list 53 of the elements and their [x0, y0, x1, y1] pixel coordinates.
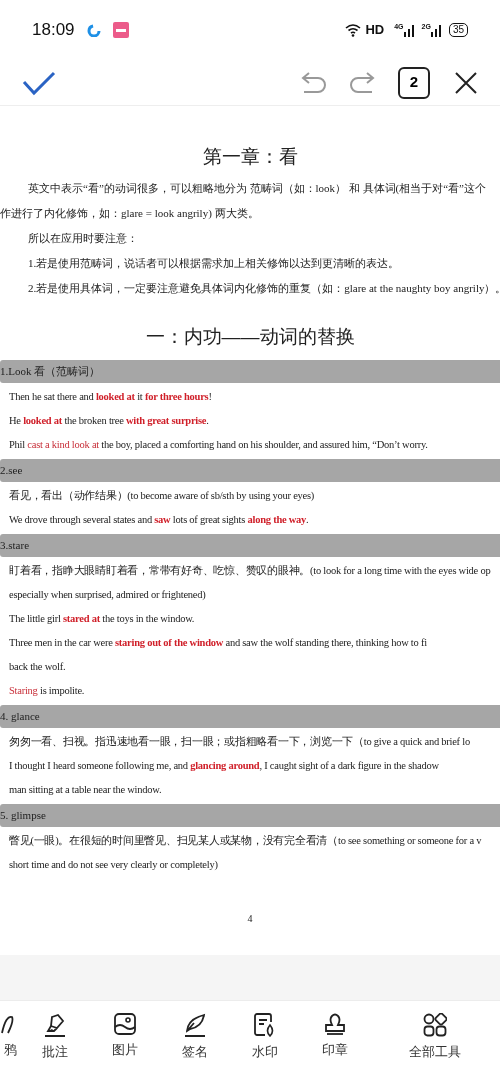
example-line: Staring is impolite. [9, 684, 85, 698]
example-line: back the wolf. [9, 660, 66, 674]
example-line: He looked at the broken tree with great surprise. [9, 414, 209, 428]
example-line: Three men in the car were staring out of the window and saw the wolf standing there, thinking how to fi [9, 636, 427, 650]
example-line: Then he sat there and looked at it for three hours! [9, 390, 212, 404]
example-line: 瞥见(一眼)。在很短的时间里瞥见、扫见某人或某物，没有完全看清（to see something or someone for a v [9, 834, 482, 848]
example-line: Phil cast a kind look at the boy, placed a comforting hand on his shoulder, and assured him, “Don’t worry. [9, 438, 428, 452]
tool-button[interactable]: 印章 [300, 1013, 370, 1059]
section-heading: 一：内功——动词的替换 [144, 325, 356, 349]
signal-icon [403, 23, 414, 37]
highlighter-icon [44, 1013, 66, 1037]
chapter-title: 第一章：看 [201, 145, 299, 169]
example-line: We drove through several states and saw lots of great sights along the way. [9, 513, 309, 527]
tool-button[interactable]: 水印 [230, 1013, 300, 1061]
app-icon [112, 22, 129, 38]
example-line: 匆匆一看、扫视。指迅速地看一眼，扫一眼；或指粗略看一下，浏览一下（to give a quick and brief lo [9, 735, 470, 749]
grid-apps-icon [423, 1013, 447, 1037]
example-line: especially when surprised, admired or frightened) [9, 588, 206, 602]
image-icon [114, 1013, 136, 1035]
wifi-icon [345, 23, 362, 37]
feather-pen-icon [184, 1013, 206, 1037]
signal-icon [430, 23, 441, 37]
page-count-button[interactable]: 2 [398, 66, 430, 99]
battery-indicator: 35 [448, 23, 468, 37]
app-ring-icon [86, 23, 101, 37]
paragraph-line: 1.若是使用范畴词，说话者可以根据需求加上相关修饰以达到更清晰的表达。 [27, 256, 400, 271]
example-line: I thought I heard someone following me, and glancing around, I caught sight of a dark figure in the shadow [9, 759, 439, 773]
close-icon[interactable] [454, 70, 478, 95]
page-number: 4 [246, 912, 254, 926]
paragraph-line: 英文中表示“看”的动词很多，可以粗略地分为 范畴词（如：look） 和 具体词(相当于对“看”这个 [27, 181, 486, 196]
subsection-bar: 5. glimpse [0, 804, 500, 827]
subsection-bar: 1.Look 看（范畴词） [0, 360, 500, 383]
tool-button[interactable]: 图片 [90, 1013, 160, 1059]
example-line: short time and do not see very clearly or completely) [9, 858, 218, 872]
tool-button[interactable]: 签名 [160, 1013, 230, 1061]
paragraph-line: 作进行了内化修饰，如：glare = look angrily) 两大类。 [0, 206, 259, 221]
tool-button[interactable]: 批注 [20, 1013, 90, 1061]
tool-button[interactable]: 全部工具 [370, 1013, 500, 1061]
paragraph-line: 所以在应用时要注意： [27, 231, 138, 246]
stamp-icon [324, 1013, 346, 1035]
watermark-icon [254, 1013, 276, 1037]
example-line: man sitting at a table near the window. [9, 783, 162, 797]
hd-indicator: HD [365, 21, 385, 40]
subsection-bar: 4. glance [0, 705, 500, 728]
subsection-bar: 2.see [0, 459, 500, 482]
example-line: The little girl stared at the toys in the window. [9, 612, 195, 626]
status-time: 18:09 [32, 19, 75, 42]
example-line: 看见，看出（动作结果）(to become aware of sb/sth by using your eyes) [9, 489, 315, 503]
subsection-bar: 3.stare [0, 534, 500, 557]
paragraph-line: 2.若是使用具体词，一定要注意避免具体词内化修饰的重复（如：glare at the naughty boy angrily）。 [27, 281, 500, 296]
check-icon[interactable] [22, 69, 56, 96]
example-line: 盯着看，指睁大眼睛盯着看，常带有好奇、吃惊、赞叹的眼神。(to look for a long time with the eyes wide op [9, 563, 491, 578]
tool-button[interactable]: 鸦 [0, 1013, 20, 1059]
